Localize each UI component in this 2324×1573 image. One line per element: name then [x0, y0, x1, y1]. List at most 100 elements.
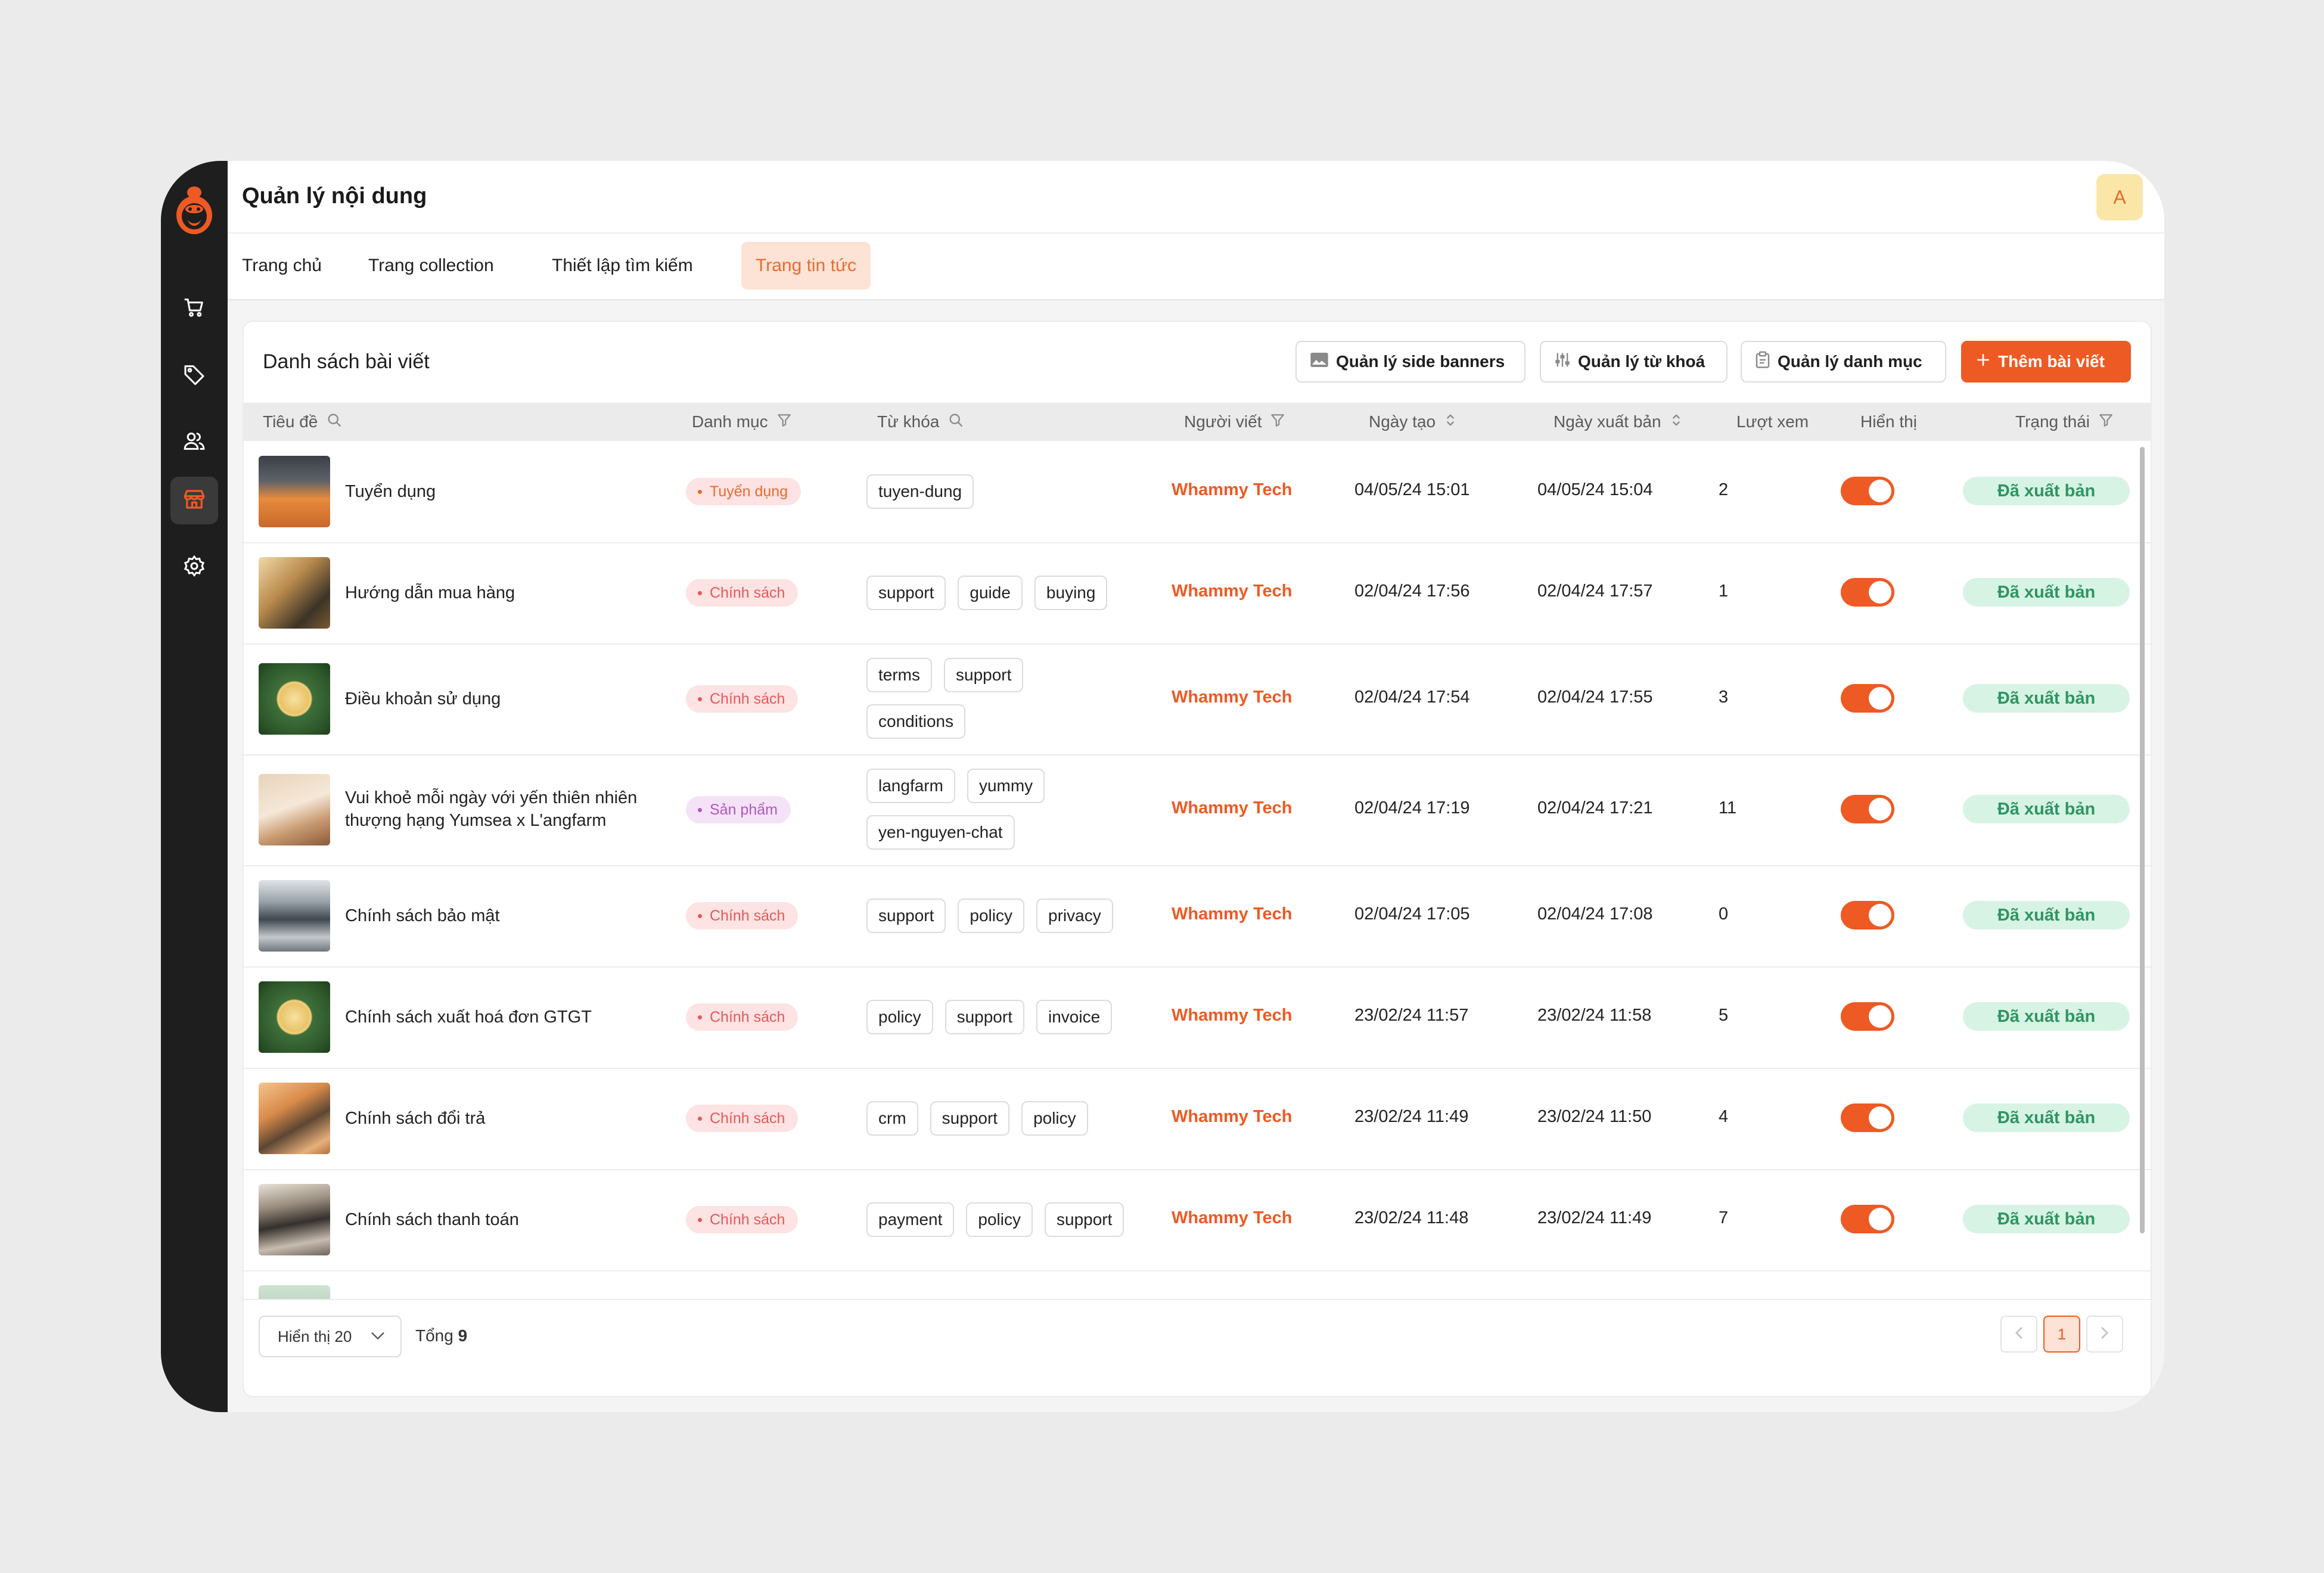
page-button-current[interactable]: 1 [2043, 1316, 2080, 1353]
tab-collection[interactable]: Trang collection [354, 242, 508, 290]
post-title[interactable]: Chính sách đổi trả [345, 1107, 661, 1130]
column-author-label: Người viết [1184, 412, 1262, 431]
view-count: 1 [1719, 582, 1729, 601]
keyword-tag: support [944, 1000, 1024, 1034]
next-page-button[interactable] [2086, 1316, 2123, 1353]
keyword-tags: support guide buying [866, 576, 1147, 610]
tab-home[interactable]: Trang chủ [228, 242, 336, 290]
avatar[interactable]: A [2096, 174, 2143, 220]
created-date: 23/02/24 11:49 [1354, 1107, 1469, 1126]
published-date: 02/04/24 17:55 [1537, 688, 1653, 707]
table-scrollbar[interactable] [2139, 447, 2146, 1233]
table-row[interactable]: Hướng dẫn mua hàng Chính sách support gu… [244, 542, 2151, 645]
status-badge: Đã xuất bản [1963, 1205, 2130, 1233]
post-thumbnail [259, 774, 330, 845]
tab-news[interactable]: Trang tin tức [741, 242, 871, 290]
scrollbar-thumb[interactable] [2140, 447, 2145, 1233]
post-title[interactable]: Chính sách thanh toán [345, 1208, 661, 1231]
visibility-toggle[interactable] [1841, 1103, 1894, 1132]
total-value: 9 [458, 1326, 468, 1345]
visibility-toggle[interactable] [1841, 795, 1894, 823]
author[interactable]: Whammy Tech [1172, 904, 1293, 924]
keyword-tag: conditions [866, 704, 966, 739]
table-footer: Hiển thị 20 Tổng 9 1 [244, 1299, 2151, 1396]
page-size-select[interactable]: Hiển thị 20 [259, 1316, 402, 1357]
table-row[interactable]: Vui khoẻ mỗi ngày với yến thiên nhiên th… [244, 754, 2151, 866]
store-icon [182, 487, 207, 515]
keyword-tag: policy [966, 1202, 1033, 1237]
keyword-tag: policy [866, 1000, 933, 1034]
keyword-tags: tuyen-dung [866, 474, 1147, 509]
sidebar-item-content[interactable] [170, 477, 218, 524]
visibility-toggle[interactable] [1841, 684, 1894, 713]
sidebar-item-products[interactable] [170, 352, 218, 399]
visibility-toggle[interactable] [1841, 1002, 1894, 1031]
table-row[interactable]: Tuyển dụng Tuyển dụng tuyen-dung Whammy … [244, 441, 2151, 543]
visibility-toggle[interactable] [1841, 578, 1894, 607]
keyword-tags: terms support conditions [866, 658, 1045, 739]
author[interactable]: Whammy Tech [1172, 1208, 1293, 1228]
post-title[interactable]: Chính sách bảo mật [345, 904, 661, 927]
add-post-button[interactable]: Thêm bài viết [1961, 341, 2131, 383]
author[interactable]: Whammy Tech [1172, 798, 1293, 818]
filter-icon[interactable] [1270, 412, 1285, 432]
created-date: 23/02/24 11:48 [1354, 1208, 1469, 1227]
keyword-tags: support policy privacy [866, 899, 1147, 933]
manage-keywords-button[interactable]: Quản lý từ khoá [1540, 341, 1728, 383]
manage-keywords-label: Quản lý từ khoá [1578, 352, 1705, 371]
published-date: 02/04/24 17:08 [1537, 904, 1653, 924]
search-icon[interactable] [326, 412, 343, 433]
post-thumbnail [259, 880, 330, 952]
table-row[interactable]: Chính sách bảo mật Chính sách support po… [244, 865, 2151, 968]
visibility-toggle[interactable] [1841, 477, 1894, 505]
author[interactable]: Whammy Tech [1172, 582, 1293, 601]
search-icon[interactable] [947, 412, 964, 433]
manage-side-banners-label: Quản lý side banners [1336, 352, 1505, 371]
keyword-tag: support [930, 1101, 1010, 1136]
manage-side-banners-button[interactable]: Quản lý side banners [1295, 341, 1525, 383]
post-title[interactable]: Điều khoản sử dụng [345, 688, 661, 710]
created-date: 02/04/24 17:05 [1354, 904, 1470, 924]
column-views: Lượt xem [1736, 403, 1809, 441]
post-thumbnail [259, 557, 330, 629]
sidebar-item-customers[interactable] [170, 418, 218, 466]
category-badge: Sản phẩm [686, 796, 791, 823]
post-title[interactable]: Tuyển dụng [345, 480, 661, 503]
tab-search-settings[interactable]: Thiết lập tìm kiếm [537, 242, 707, 290]
keyword-tags: policy support invoice [866, 1000, 1147, 1034]
sidebar-item-settings[interactable] [170, 543, 218, 591]
filter-icon[interactable] [2098, 412, 2114, 432]
filter-icon[interactable] [776, 412, 792, 432]
published-date: 23/02/24 11:58 [1537, 1006, 1652, 1025]
table-row[interactable]: Chính sách xuất hoá đơn GTGT Chính sách … [244, 966, 2151, 1069]
sort-icon[interactable] [1444, 412, 1457, 433]
table-row[interactable] [244, 1270, 2151, 1299]
brand-logo[interactable] [174, 182, 215, 237]
total-count: Tổng 9 [415, 1326, 467, 1345]
post-title[interactable]: Chính sách xuất hoá đơn GTGT [345, 1006, 661, 1028]
gear-icon [182, 554, 206, 581]
published-date: 04/05/24 15:04 [1537, 480, 1653, 499]
author[interactable]: Whammy Tech [1172, 1006, 1293, 1025]
tag-icon [182, 362, 206, 389]
sidebar-item-orders[interactable] [170, 285, 218, 332]
author[interactable]: Whammy Tech [1172, 480, 1293, 500]
post-title[interactable]: Hướng dẫn mua hàng [345, 582, 661, 604]
sort-icon[interactable] [1670, 412, 1683, 433]
clipboard-icon [1755, 351, 1770, 373]
created-date: 23/02/24 11:57 [1354, 1006, 1469, 1025]
keyword-tag: crm [866, 1101, 918, 1136]
visibility-toggle[interactable] [1841, 1205, 1894, 1233]
keyword-tag: policy [958, 899, 1024, 933]
table-row[interactable]: Điều khoản sử dụng Chính sách terms supp… [244, 644, 2151, 756]
created-date: 04/05/24 15:01 [1354, 480, 1470, 499]
chevron-left-icon [2015, 1325, 2023, 1344]
prev-page-button[interactable] [2000, 1316, 2037, 1353]
visibility-toggle[interactable] [1841, 901, 1894, 930]
post-title[interactable]: Vui khoẻ mỗi ngày với yến thiên nhiên th… [345, 786, 649, 832]
table-row[interactable]: Chính sách thanh toán Chính sách payment… [244, 1169, 2151, 1272]
author[interactable]: Whammy Tech [1172, 688, 1293, 707]
author[interactable]: Whammy Tech [1172, 1107, 1293, 1127]
table-row[interactable]: Chính sách đổi trả Chính sách crm suppor… [244, 1068, 2151, 1170]
manage-categories-button[interactable]: Quản lý danh mục [1741, 341, 1946, 383]
